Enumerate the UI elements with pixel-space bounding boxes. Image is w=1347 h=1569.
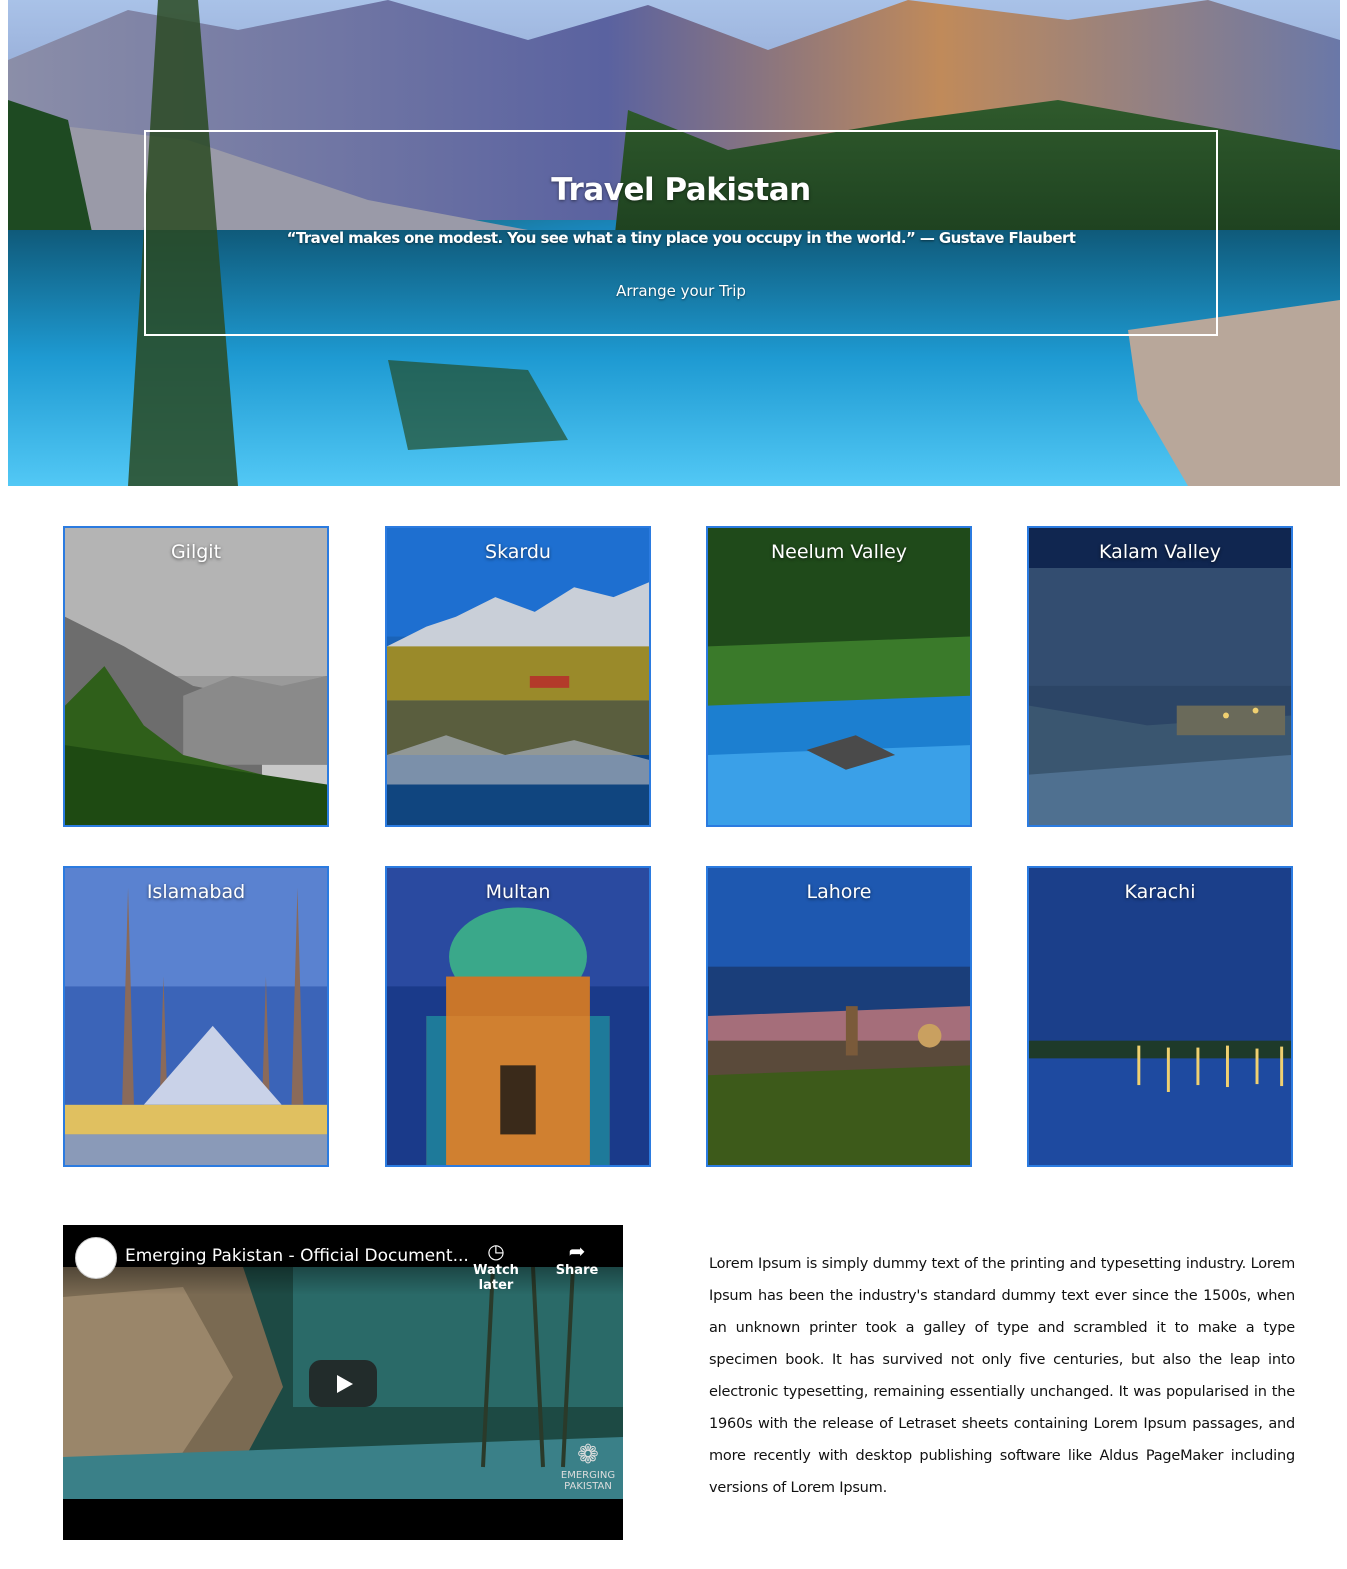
- destination-card-multan[interactable]: Multan: [385, 866, 651, 1167]
- multan-image: [387, 868, 649, 1165]
- islamabad-image: [65, 868, 327, 1165]
- destination-label: Lahore: [806, 881, 872, 903]
- about-paragraph: Lorem Ipsum is simply dummy text of the …: [709, 1256, 1295, 1496]
- share-button[interactable]: ➦ Share: [555, 1239, 599, 1278]
- youtube-embed[interactable]: Emerging Pakistan - Official Document...…: [63, 1225, 623, 1540]
- destination-label: Neelum Valley: [770, 541, 908, 563]
- karachi-image: [1029, 868, 1291, 1165]
- skardu-image: [387, 528, 649, 825]
- hero-caption-box: Travel Pakistan “Travel makes one modest…: [144, 130, 1218, 336]
- hero-quote: “Travel makes one modest. You see what a…: [286, 229, 1076, 247]
- destination-card-skardu[interactable]: Skardu: [385, 526, 651, 827]
- destination-card-karachi[interactable]: Karachi: [1027, 866, 1293, 1167]
- destination-label: Karachi: [1124, 881, 1196, 903]
- destination-label: Gilgit: [170, 541, 222, 563]
- hero-banner: Travel Pakistan “Travel makes one modest…: [8, 0, 1340, 486]
- channel-avatar[interactable]: [75, 1237, 117, 1279]
- watermark-line1: EMERGING: [560, 1470, 616, 1481]
- clock-icon: ◷: [487, 1239, 505, 1263]
- pinwheel-icon: ❁: [577, 1440, 599, 1470]
- destination-label: Multan: [485, 881, 551, 903]
- watch-later-label: Watch later: [473, 1263, 519, 1293]
- kalam-valley-image: [1029, 528, 1291, 825]
- channel-watermark: ❁ EMERGING PAKISTAN: [558, 1440, 618, 1492]
- neelum-valley-image: [708, 528, 970, 825]
- arrange-trip-link[interactable]: Arrange your Trip: [146, 282, 1216, 300]
- destination-card-lahore[interactable]: Lahore: [706, 866, 972, 1167]
- destination-label: Islamabad: [146, 881, 246, 903]
- destination-card-kalam-valley[interactable]: Kalam Valley: [1027, 526, 1293, 827]
- destination-label: Kalam Valley: [1099, 541, 1221, 563]
- hero-title: Travel Pakistan: [551, 172, 811, 208]
- gilgit-image: [65, 528, 327, 825]
- video-title[interactable]: Emerging Pakistan - Official Document...: [125, 1246, 469, 1266]
- destination-card-gilgit[interactable]: Gilgit: [63, 526, 329, 827]
- watermark-line2: PAKISTAN: [564, 1481, 612, 1492]
- lahore-image: [708, 868, 970, 1165]
- share-label: Share: [555, 1263, 599, 1278]
- destination-label: Skardu: [485, 541, 551, 563]
- watch-later-button[interactable]: ◷ Watch later: [461, 1239, 531, 1293]
- share-arrow-icon: ➦: [568, 1239, 586, 1263]
- destination-card-islamabad[interactable]: Islamabad: [63, 866, 329, 1167]
- destination-card-neelum-valley[interactable]: Neelum Valley: [706, 526, 972, 827]
- play-button[interactable]: [309, 1360, 377, 1407]
